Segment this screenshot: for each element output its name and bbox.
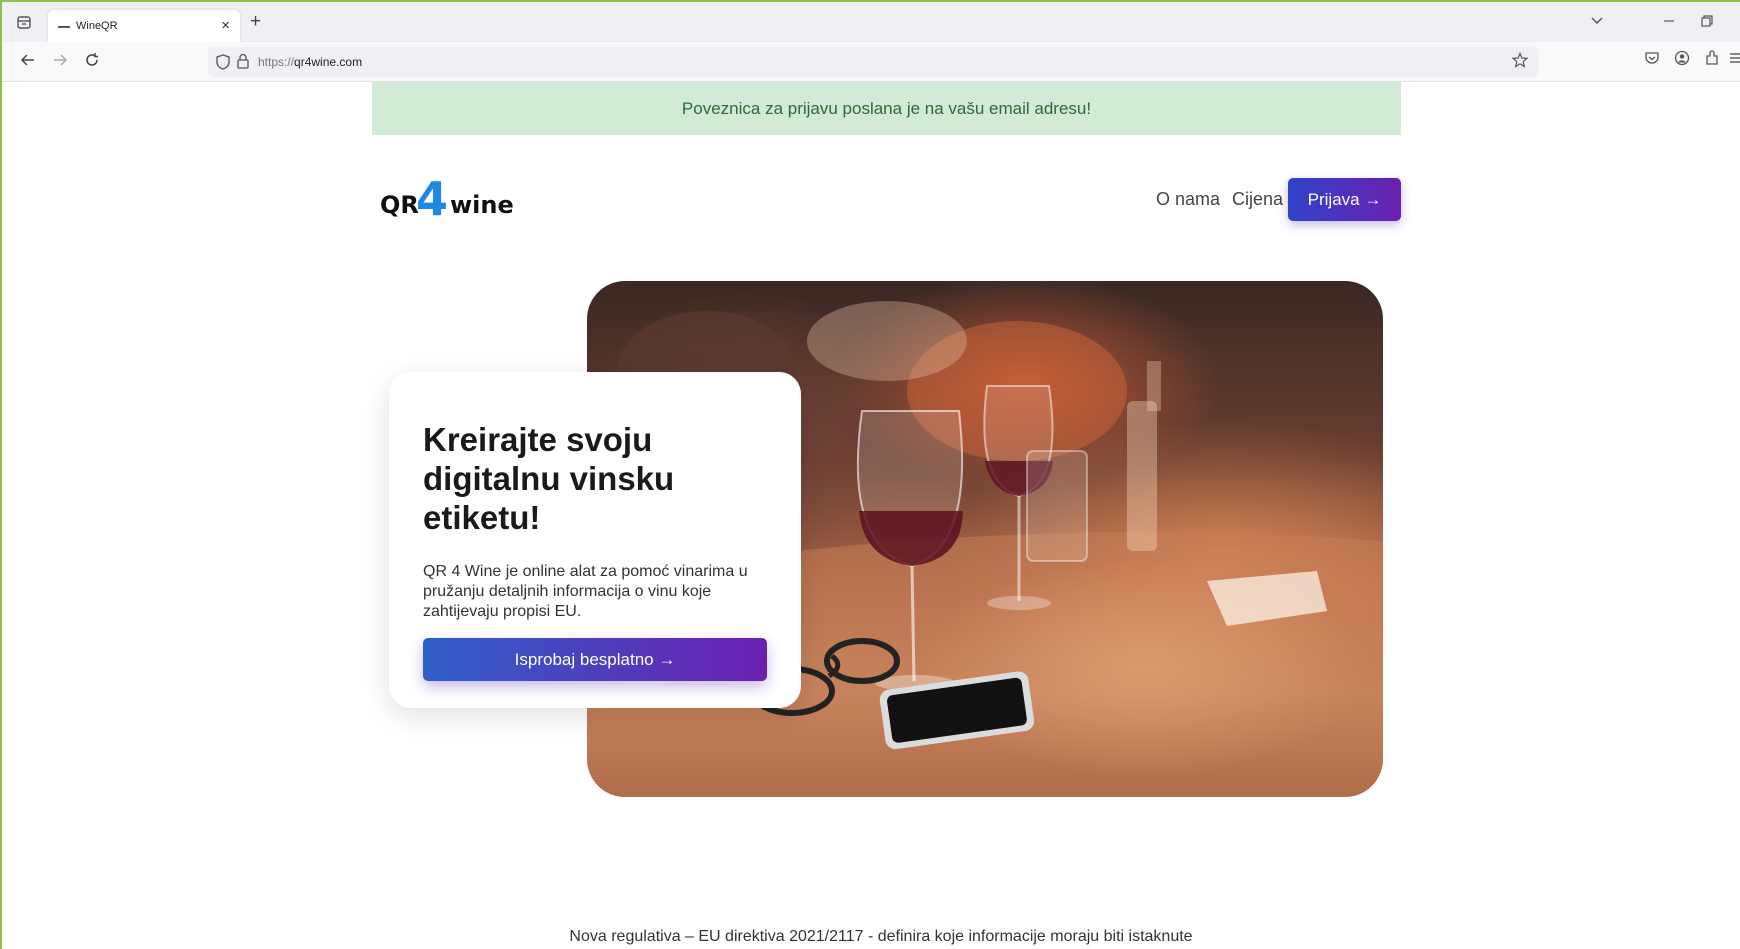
new-tab-button[interactable]: + xyxy=(250,12,261,32)
lock-icon[interactable] xyxy=(236,53,250,74)
tab-list-icon[interactable] xyxy=(15,13,33,31)
try-free-button[interactable]: Isprobaj besplatno → xyxy=(423,638,767,681)
url-text[interactable]: https://qr4wine.com xyxy=(258,55,362,69)
reload-icon[interactable] xyxy=(84,52,100,73)
nav-link-about[interactable]: O nama xyxy=(1156,189,1220,210)
hero-description: QR 4 Wine je online alat za pomoć vinari… xyxy=(423,563,748,620)
menu-icon[interactable] xyxy=(1730,50,1740,71)
restore-icon[interactable] xyxy=(1700,14,1714,31)
close-tab-icon[interactable]: × xyxy=(221,17,230,34)
hero-card: Kreirajte svoju digitalnu vinsku etiketu… xyxy=(389,372,801,708)
forward-icon[interactable] xyxy=(52,52,68,73)
minimize-icon[interactable] xyxy=(1662,14,1676,31)
star-icon[interactable] xyxy=(1511,52,1529,73)
tab-title: WineQR xyxy=(76,20,118,32)
nav-link-price[interactable]: Cijena xyxy=(1232,189,1283,210)
extensions-icon[interactable] xyxy=(1704,50,1720,71)
regulation-note: Nova regulativa – EU direktiva 2021/2117… xyxy=(569,928,1193,945)
chevron-down-icon[interactable] xyxy=(1590,14,1604,31)
tab-wineqr[interactable]: WineQR × xyxy=(48,10,240,44)
account-icon[interactable] xyxy=(1674,50,1690,71)
success-alert: Poveznica za prijavu poslana je na vašu … xyxy=(372,82,1401,135)
hero-title: Kreirajte svoju digitalnu vinsku etiketu… xyxy=(423,421,675,536)
favicon-icon xyxy=(58,26,70,28)
tab-strip: WineQR × + xyxy=(2,2,1740,44)
pocket-icon[interactable] xyxy=(1644,50,1660,71)
address-bar[interactable]: https://qr4wine.com xyxy=(208,47,1538,77)
back-icon[interactable] xyxy=(20,52,36,73)
shield-icon[interactable] xyxy=(216,54,230,75)
login-button[interactable]: Prijava → xyxy=(1288,178,1401,221)
navigation-toolbar: https://qr4wine.com xyxy=(2,42,1740,82)
